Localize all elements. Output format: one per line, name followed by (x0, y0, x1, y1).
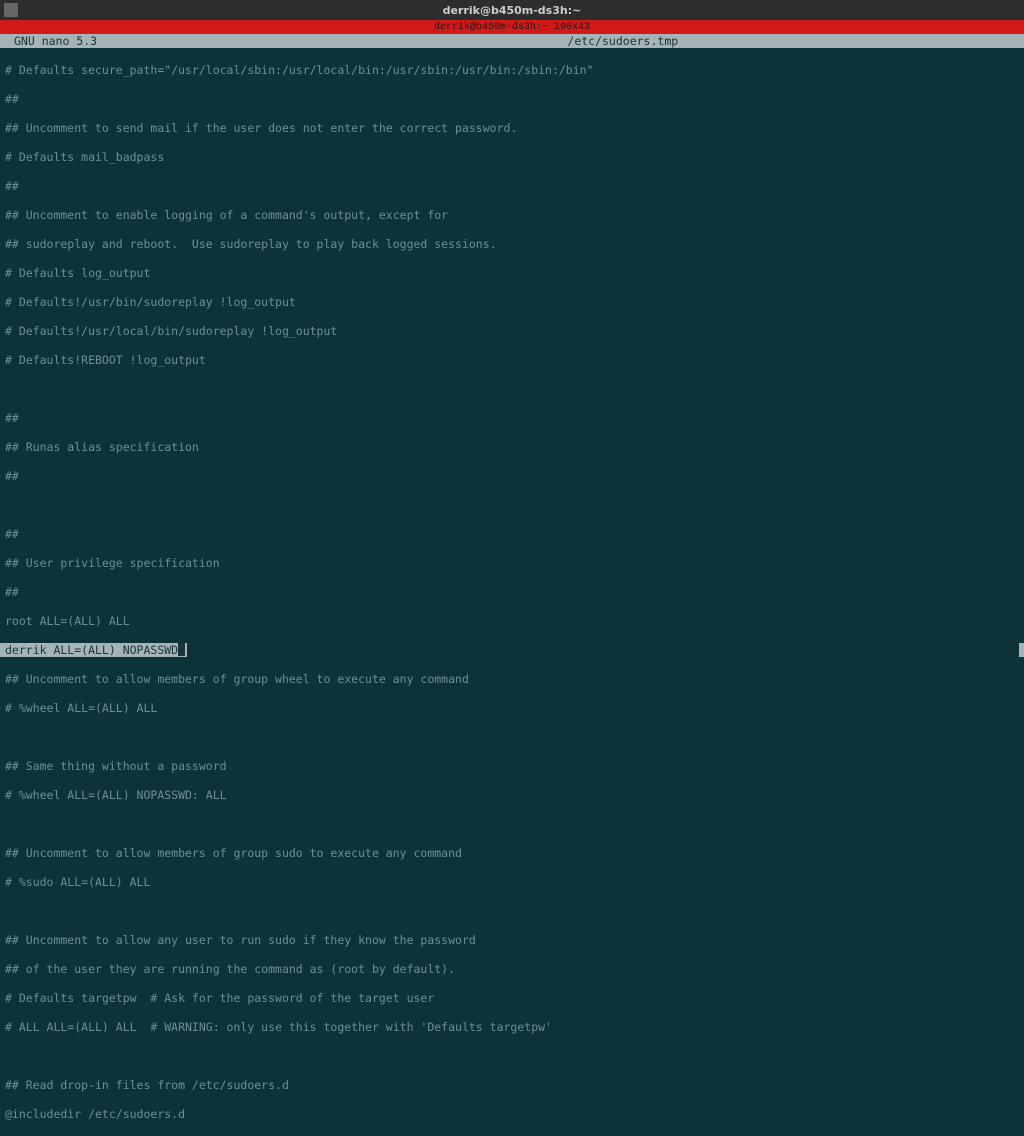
editor-line (5, 730, 1019, 745)
editor-area[interactable]: # Defaults secure_path="/usr/local/sbin:… (0, 48, 1024, 1136)
window-titlebar[interactable]: derrik@b450m-ds3h:~ (0, 0, 1024, 20)
editor-line: # %sudo ALL=(ALL) ALL (5, 875, 1019, 890)
editor-line (5, 1049, 1019, 1064)
editor-line: ## Uncomment to allow any user to run su… (5, 933, 1019, 948)
editor-line: # Defaults!REBOOT !log_output (5, 353, 1019, 368)
editor-line: ## User privilege specification (5, 556, 1019, 571)
window-title: derrik@b450m-ds3h:~ (443, 4, 582, 17)
editor-cursor-line: derrik ALL=(ALL) NOPASSWD (0, 643, 1024, 658)
editor-line: root ALL=(ALL) ALL (5, 614, 1019, 629)
editor-line: ## Uncomment to send mail if the user do… (5, 121, 1019, 136)
nano-filename: /etc/sudoers.tmp (567, 34, 678, 48)
editor-line: ## (5, 527, 1019, 542)
editor-line: ## (5, 469, 1019, 484)
editor-line: # Defaults log_output (5, 266, 1019, 281)
editor-line: # ALL ALL=(ALL) ALL # WARNING: only use … (5, 1020, 1019, 1035)
editor-line: # Defaults!/usr/bin/sudoreplay !log_outp… (5, 295, 1019, 310)
editor-line: # Defaults targetpw # Ask for the passwo… (5, 991, 1019, 1006)
editor-line: ## Runas alias specification (5, 440, 1019, 455)
session-info: derrik@b450m-ds3h:~ 190x43 (434, 22, 590, 33)
editor-line: ## Uncomment to enable logging of a comm… (5, 208, 1019, 223)
editor-line: ## (5, 411, 1019, 426)
text-cursor (178, 643, 185, 656)
cursor-line-text: derrik ALL=(ALL) NOPASSWD (5, 643, 178, 658)
editor-line (5, 817, 1019, 832)
nano-statusbar: GNU nano 5.3 /etc/sudoers.tmp (0, 34, 1024, 48)
editor-line: # %wheel ALL=(ALL) NOPASSWD: ALL (5, 788, 1019, 803)
editor-line: ## Read drop-in files from /etc/sudoers.… (5, 1078, 1019, 1093)
editor-line: ## (5, 585, 1019, 600)
editor-line: @includedir /etc/sudoers.d (5, 1107, 1019, 1122)
nano-version: GNU nano 5.3 (0, 34, 97, 48)
editor-line: # Defaults secure_path="/usr/local/sbin:… (5, 63, 1019, 78)
editor-line: ## (5, 179, 1019, 194)
terminal-session-stripe: derrik@b450m-ds3h:~ 190x43 (0, 20, 1024, 34)
editor-line: # Defaults!/usr/local/bin/sudoreplay !lo… (5, 324, 1019, 339)
editor-line (5, 498, 1019, 513)
editor-line (5, 382, 1019, 397)
editor-line: # %wheel ALL=(ALL) ALL (5, 701, 1019, 716)
editor-line: # Defaults mail_badpass (5, 150, 1019, 165)
editor-line: ## Same thing without a password (5, 759, 1019, 774)
editor-line: ## sudoreplay and reboot. Use sudoreplay… (5, 237, 1019, 252)
editor-line (5, 904, 1019, 919)
editor-line: ## Uncomment to allow members of group w… (5, 672, 1019, 687)
editor-line: ## of the user they are running the comm… (5, 962, 1019, 977)
window-icon (4, 3, 18, 17)
editor-line: ## Uncomment to allow members of group s… (5, 846, 1019, 861)
editor-line: ## (5, 92, 1019, 107)
